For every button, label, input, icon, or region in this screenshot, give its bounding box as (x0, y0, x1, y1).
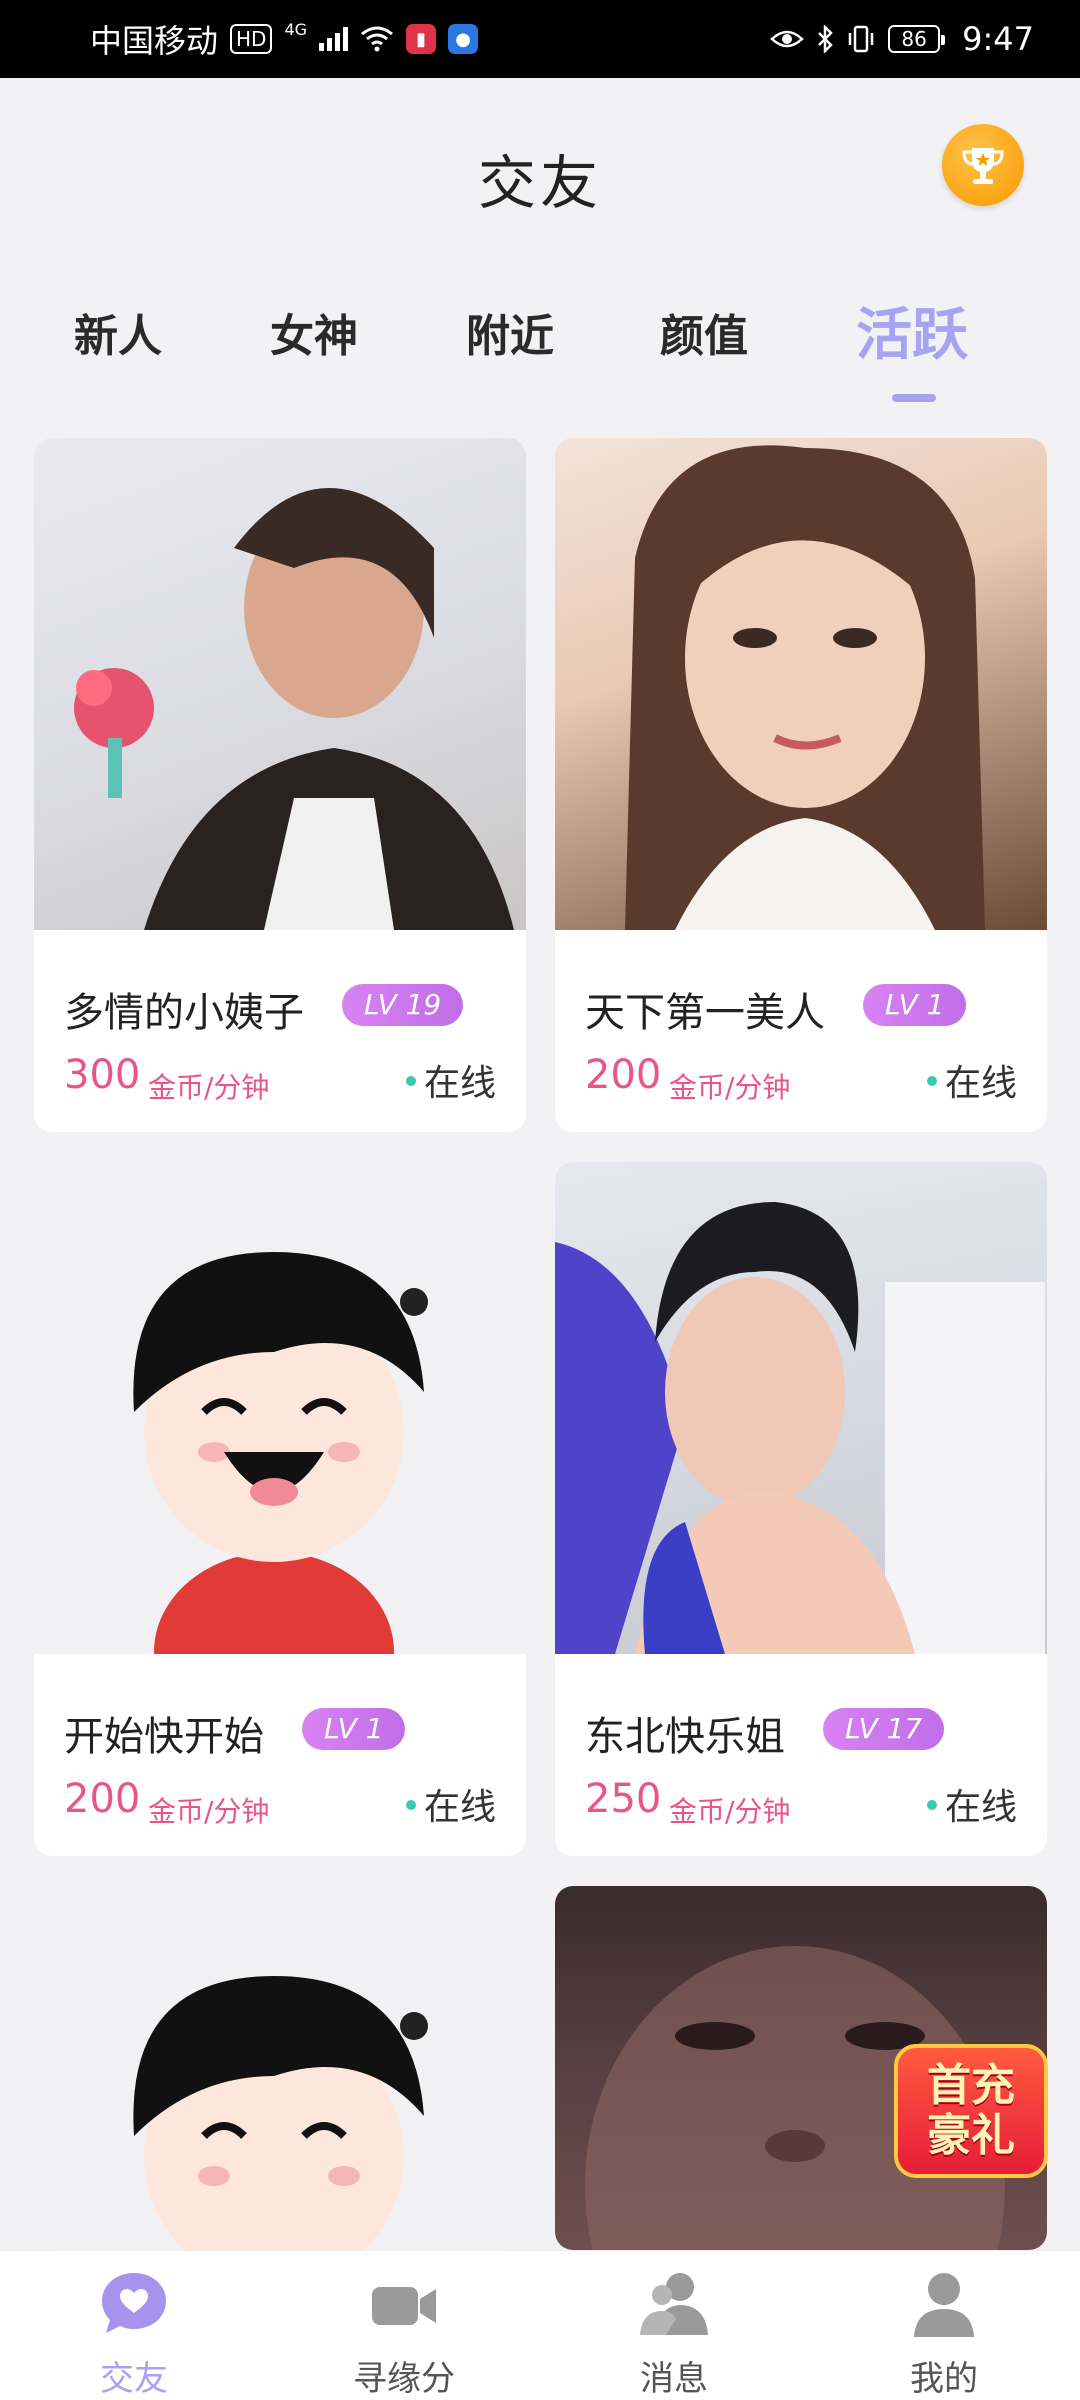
user-photo (34, 1886, 526, 2250)
online-dot-icon (926, 1800, 937, 1810)
nav-messages[interactable]: 消息 (584, 2267, 764, 2400)
online-label: 在线 (423, 1787, 496, 1828)
price-value: 200 (64, 1776, 141, 1822)
user-name: 天下第一美人 (585, 990, 825, 1036)
battery-icon: 86 (888, 25, 946, 53)
carrier-label: 中国移动 (90, 22, 219, 60)
online-status: 在线 (405, 1054, 496, 1106)
online-label: 在线 (944, 1063, 1017, 1104)
level-badge: LV 17 (823, 1708, 945, 1750)
book-app-icon: ▮ (406, 24, 437, 54)
online-dot-icon (405, 1800, 416, 1810)
user-card[interactable]: 天下第一美人 LV 1 200 金币/分钟 在线 (555, 438, 1047, 1132)
video-camera-icon (372, 2287, 436, 2325)
user-card[interactable]: 东北快乐姐 LV 17 250 金币/分钟 在线 (555, 1162, 1047, 1856)
nav-match[interactable]: 寻缘分 (314, 2267, 494, 2400)
price-unit: 金币/分钟 (669, 1795, 791, 1828)
price-value: 300 (64, 1052, 141, 1098)
user-card[interactable] (34, 1886, 526, 2250)
promo-line-1: 首充 (927, 2060, 1015, 2111)
online-status: 在线 (926, 1054, 1017, 1106)
nav-label: 我的 (910, 2359, 978, 2399)
online-label: 在线 (944, 1787, 1017, 1828)
user-name: 东北快乐姐 (585, 1714, 785, 1760)
price-value: 200 (585, 1052, 662, 1098)
tab-new[interactable]: 新人 (74, 300, 162, 364)
price-unit: 金币/分钟 (148, 1795, 270, 1828)
price-value: 250 (585, 1776, 662, 1822)
trophy-icon[interactable] (942, 124, 1024, 206)
level-badge: LV 1 (302, 1708, 406, 1750)
tab-looks[interactable]: 颜值 (660, 300, 748, 364)
browser-app-icon: ● (448, 24, 479, 54)
status-bar: 中国移动 HD 4G ▮ ● 86 9:47 (0, 0, 1080, 78)
online-status: 在线 (405, 1778, 496, 1830)
page-title: 交友 (477, 149, 602, 217)
price-unit: 金币/分钟 (669, 1071, 791, 1104)
nav-friends[interactable]: 交友 (44, 2267, 224, 2400)
category-tabs: 新人 女神 附近 颜值 活跃 (0, 290, 1080, 410)
online-status: 在线 (926, 1778, 1017, 1830)
page-header: 交友 (0, 78, 1080, 278)
nav-label: 消息 (640, 2359, 708, 2399)
heart-chat-icon (102, 2273, 166, 2333)
user-photo (555, 1162, 1047, 1654)
level-badge: LV 1 (863, 984, 967, 1026)
clock-label: 9:47 (962, 20, 1034, 58)
nav-profile[interactable]: 我的 (854, 2267, 1034, 2400)
user-card[interactable]: 开始快开始 LV 1 200 金币/分钟 在线 (34, 1162, 526, 1856)
promo-line-2: 豪礼 (927, 2110, 1015, 2161)
eye-icon (770, 30, 804, 48)
network-type-label: 4G (284, 19, 308, 39)
users-icon (640, 2273, 708, 2335)
price-unit: 金币/分钟 (148, 1071, 270, 1104)
online-dot-icon (405, 1076, 416, 1086)
signal-icon (319, 27, 349, 51)
bluetooth-icon (818, 25, 833, 53)
user-photo (34, 438, 526, 930)
nav-label: 寻缘分 (353, 2359, 455, 2399)
level-badge: LV 19 (342, 984, 464, 1026)
user-name: 开始快开始 (64, 1714, 264, 1760)
nav-label: 交友 (100, 2359, 168, 2399)
person-icon (914, 2273, 974, 2337)
online-dot-icon (926, 1076, 937, 1086)
user-card[interactable]: 多情的小姨子 LV 19 300 金币/分钟 在线 (34, 438, 526, 1132)
user-name: 多情的小姨子 (64, 990, 304, 1036)
user-photo (555, 438, 1047, 930)
tab-goddess[interactable]: 女神 (270, 300, 358, 364)
active-tab-indicator (892, 394, 936, 402)
user-photo (34, 1162, 526, 1654)
bottom-navigation: 交友 寻缘分 消息 我的 (0, 2250, 1080, 2400)
tab-active[interactable]: 活跃 (856, 290, 968, 371)
tab-nearby[interactable]: 附近 (466, 300, 554, 364)
vibrate-icon (848, 25, 874, 53)
wifi-icon (361, 26, 393, 52)
hd-icon: HD (230, 24, 273, 54)
first-recharge-promo-badge[interactable]: 首充 豪礼 (894, 2044, 1048, 2178)
online-label: 在线 (423, 1063, 496, 1104)
